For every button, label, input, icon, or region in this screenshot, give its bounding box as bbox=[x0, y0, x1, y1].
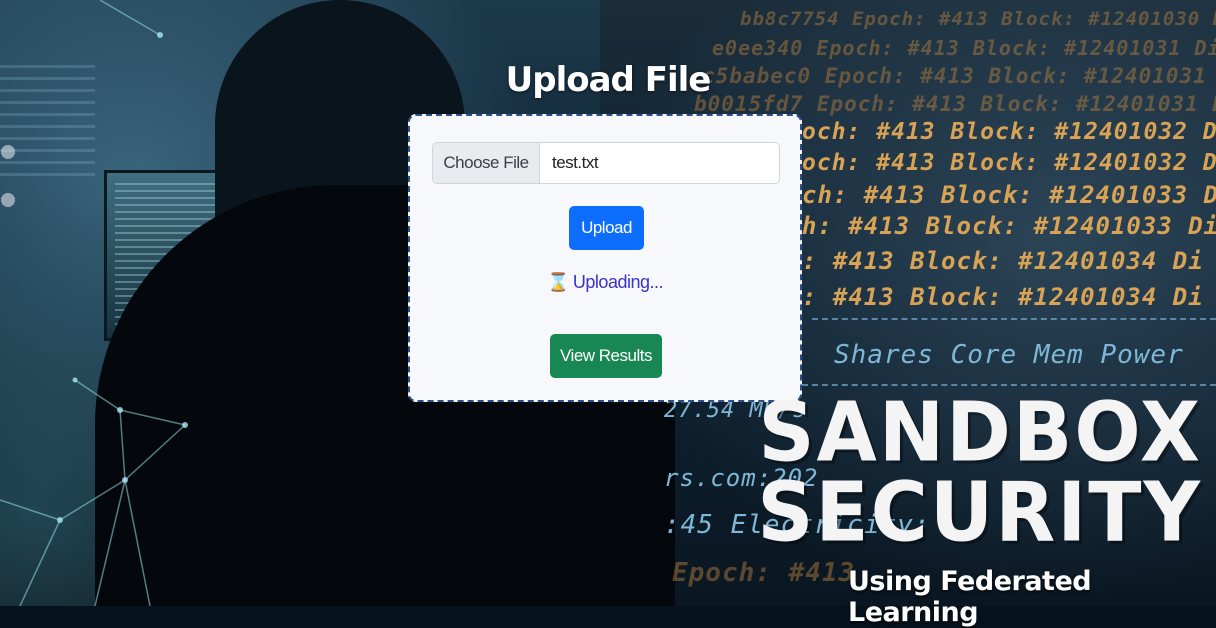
file-input[interactable]: Choose File test.txt bbox=[432, 142, 780, 184]
page-title: Upload File bbox=[505, 60, 712, 100]
brand-title-line-2: SECURITY bbox=[757, 465, 1202, 561]
upload-status-text: Uploading... bbox=[572, 272, 664, 292]
choose-file-button[interactable]: Choose File bbox=[433, 143, 540, 183]
hourglass-icon: ⌛ bbox=[547, 272, 569, 292]
view-results-button[interactable]: View Results bbox=[550, 334, 662, 378]
code-line: och: #413 Block: #12401032 Di bbox=[802, 150, 1216, 176]
epoch-text: Epoch: #413 bbox=[672, 558, 856, 588]
code-line: och: #413 Block: #12401032 Di bbox=[802, 119, 1216, 145]
stats-header-text: Shares Core Mem Power bbox=[834, 340, 1184, 370]
upload-status: ⌛ Uploading... bbox=[410, 272, 800, 293]
code-line: : #413 Block: #12401034 Di bbox=[802, 283, 1204, 311]
code-line: : #413 Block: #12401034 Di bbox=[802, 247, 1204, 275]
upload-card: Choose File test.txt Upload ⌛ Uploading..… bbox=[408, 114, 802, 402]
code-line: e0ee340 Epoch: #413 Block: #12401031 Di bbox=[712, 36, 1216, 60]
code-line: bb8c7754 Epoch: #413 Block: #12401030 Di bbox=[740, 8, 1216, 30]
brand-tagline: Using Federated Learning bbox=[848, 566, 1092, 628]
divider bbox=[812, 318, 1216, 320]
selected-file-name: test.txt bbox=[552, 153, 599, 172]
upload-button[interactable]: Upload bbox=[569, 206, 644, 250]
code-line: h: #413 Block: #12401033 Di bbox=[802, 212, 1216, 240]
code-line: ch: #413 Block: #12401033 Di bbox=[802, 181, 1216, 209]
